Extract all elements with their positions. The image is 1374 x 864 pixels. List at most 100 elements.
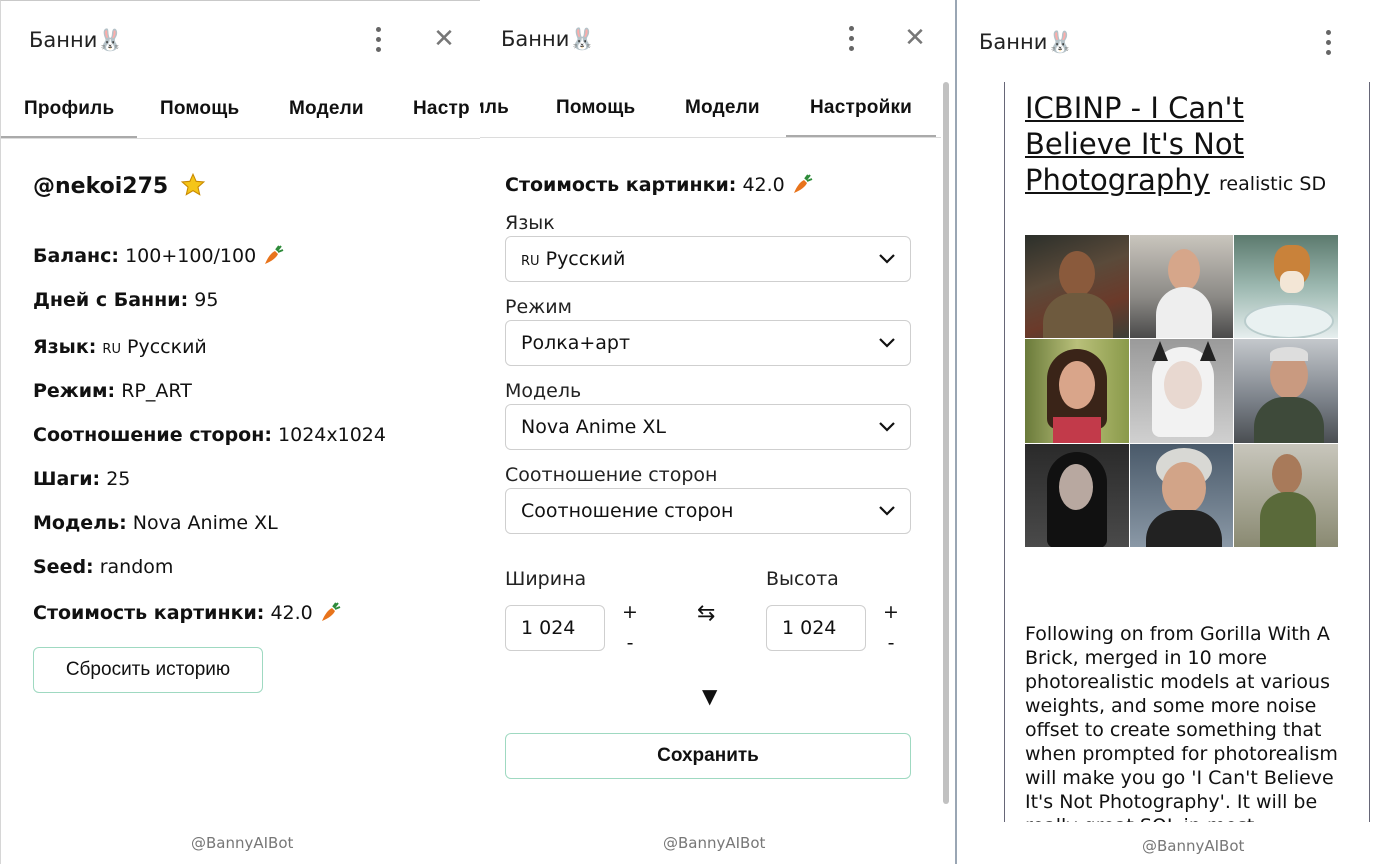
width-increment-button[interactable]: + bbox=[622, 601, 638, 623]
tab-models[interactable]: Модели bbox=[289, 81, 364, 138]
sample-image[interactable] bbox=[1025, 339, 1129, 443]
mode-label: Режим bbox=[505, 296, 572, 318]
model-card-title: ICBINP - I Can't Believe It's Not Photog… bbox=[1025, 90, 1355, 202]
sample-image[interactable] bbox=[1025, 443, 1129, 547]
sample-image[interactable] bbox=[1234, 339, 1338, 443]
model-value: Nova Anime XL bbox=[132, 512, 278, 534]
balance-value: 100+100/100 bbox=[125, 245, 257, 267]
chevron-down-icon bbox=[879, 338, 895, 348]
panel-header: Банни🐰 bbox=[957, 0, 1374, 78]
chevron-down-icon bbox=[879, 254, 895, 264]
steps-label: Шаги: bbox=[33, 468, 101, 490]
close-icon[interactable]: ✕ bbox=[903, 24, 927, 52]
tab-settings[interactable]: Настр bbox=[413, 81, 470, 138]
carrot-icon bbox=[793, 173, 813, 193]
sample-image[interactable] bbox=[1129, 339, 1234, 443]
sample-image[interactable] bbox=[1234, 235, 1338, 339]
language-row: Язык: RU Русский bbox=[33, 336, 207, 358]
model-tag: realistic SD bbox=[1219, 173, 1327, 195]
steps-row: Шаги: 25 bbox=[33, 468, 130, 490]
tab-models[interactable]: Модели bbox=[685, 80, 760, 137]
reset-history-button[interactable]: Сбросить историю bbox=[33, 647, 263, 693]
days-value: 95 bbox=[194, 289, 219, 311]
model-select[interactable]: Nova Anime XL bbox=[505, 404, 911, 450]
days-row: Дней с Банни: 95 bbox=[33, 289, 218, 311]
scrollbar[interactable] bbox=[943, 82, 951, 804]
sample-image[interactable] bbox=[1129, 443, 1234, 547]
height-increment-button[interactable]: + bbox=[883, 601, 899, 623]
close-icon[interactable]: ✕ bbox=[432, 25, 456, 53]
app-title: Банни🐰 bbox=[979, 30, 1074, 54]
model-label: Модель bbox=[505, 380, 582, 402]
chevron-down-icon bbox=[879, 422, 895, 432]
carrot-icon bbox=[265, 244, 284, 264]
language-value: Русский bbox=[545, 248, 626, 270]
model-value: Nova Anime XL bbox=[521, 416, 666, 438]
mode-value: Ролка+арт bbox=[521, 332, 631, 354]
sample-image[interactable] bbox=[1025, 235, 1129, 339]
tab-profile[interactable]: Профиль bbox=[1, 81, 137, 138]
seed-label: Seed: bbox=[33, 556, 94, 578]
models-panel: Банни🐰 ICBINP - I Can't Believe It's Not… bbox=[955, 0, 1374, 864]
panel-header: Банни🐰 ✕ bbox=[1, 1, 480, 79]
sample-image[interactable] bbox=[1129, 235, 1234, 339]
more-menu-icon[interactable] bbox=[373, 27, 383, 53]
app-title: Банни🐰 bbox=[29, 28, 124, 52]
language-select[interactable]: RU Русский bbox=[505, 236, 911, 282]
profile-panel: Банни🐰 ✕ Профиль Помощь Модели Настр @ne… bbox=[0, 0, 480, 864]
model-title-link[interactable]: ICBINP - I Can't Believe It's Not Photog… bbox=[1025, 91, 1244, 197]
cost-label: Стоимость картинки: bbox=[505, 174, 737, 196]
cost-label: Стоимость картинки: bbox=[33, 602, 265, 624]
height-input[interactable]: 1 024 bbox=[766, 605, 866, 651]
language-label: Язык: bbox=[33, 336, 97, 358]
width-decrement-button[interactable]: - bbox=[622, 632, 638, 654]
settings-panel: Банни🐰 ✕ иль Помощь Модели Настройки Сто… bbox=[480, 0, 955, 864]
aspect-row: Соотношение сторон: 1024x1024 bbox=[33, 424, 386, 446]
days-label: Дней с Банни: bbox=[33, 289, 189, 311]
language-label: Язык bbox=[505, 212, 555, 234]
sample-image[interactable] bbox=[1234, 443, 1338, 547]
chevron-down-icon bbox=[879, 506, 895, 516]
height-decrement-button[interactable]: - bbox=[883, 632, 899, 654]
aspect-select[interactable]: Соотношение сторон bbox=[505, 488, 911, 534]
tab-help[interactable]: Помощь bbox=[556, 80, 635, 137]
bot-handle-footer[interactable]: @BannyAIBot bbox=[663, 834, 765, 852]
panel-header: Банни🐰 ✕ bbox=[480, 0, 955, 78]
aspect-value: Соотношение сторон bbox=[521, 500, 734, 522]
model-description: Following on from Gorilla With A Brick, … bbox=[1025, 623, 1338, 822]
flag-icon: RU bbox=[102, 342, 121, 357]
cost-row: Стоимость картинки: 42.0 bbox=[505, 173, 815, 196]
swap-dimensions-icon[interactable]: ⇆ bbox=[697, 601, 715, 626]
bot-handle-footer[interactable]: @BannyAIBot bbox=[191, 834, 293, 852]
model-label: Модель: bbox=[33, 512, 127, 534]
tab-bar: иль Помощь Модели Настройки bbox=[480, 80, 941, 138]
scrollbar-thumb[interactable] bbox=[943, 82, 949, 804]
width-label: Ширина bbox=[505, 568, 587, 590]
flag-icon: RU bbox=[521, 254, 540, 269]
balance-label: Баланс: bbox=[33, 245, 120, 267]
more-menu-icon[interactable] bbox=[1323, 30, 1333, 56]
more-menu-icon[interactable] bbox=[846, 26, 856, 52]
cost-value: 42.0 bbox=[270, 602, 313, 624]
height-label: Высота bbox=[766, 568, 839, 590]
mode-label: Режим: bbox=[33, 380, 116, 402]
carrot-icon bbox=[321, 601, 341, 621]
save-button[interactable]: Сохранить bbox=[505, 733, 911, 779]
aspect-value: 1024x1024 bbox=[278, 424, 386, 446]
expand-advanced-icon[interactable]: ▼ bbox=[702, 684, 717, 708]
username-row: @nekoi275 bbox=[33, 172, 206, 199]
username: @nekoi275 bbox=[33, 174, 169, 199]
app-title: Банни🐰 bbox=[501, 27, 596, 51]
tab-help[interactable]: Помощь bbox=[160, 81, 239, 138]
bot-handle-footer[interactable]: @BannyAIBot bbox=[1142, 837, 1244, 855]
cost-value: 42.0 bbox=[742, 174, 785, 196]
model-row: Модель: Nova Anime XL bbox=[33, 512, 278, 534]
seed-value: random bbox=[99, 556, 174, 578]
balance-row: Баланс: 100+100/100 bbox=[33, 244, 286, 267]
tab-settings[interactable]: Настройки bbox=[786, 80, 937, 137]
aspect-label: Соотношение сторон: bbox=[33, 424, 272, 446]
steps-value: 25 bbox=[106, 468, 131, 490]
mode-select[interactable]: Ролка+арт bbox=[505, 320, 911, 366]
width-input[interactable]: 1 024 bbox=[505, 605, 605, 651]
tab-profile[interactable]: иль bbox=[480, 80, 509, 137]
